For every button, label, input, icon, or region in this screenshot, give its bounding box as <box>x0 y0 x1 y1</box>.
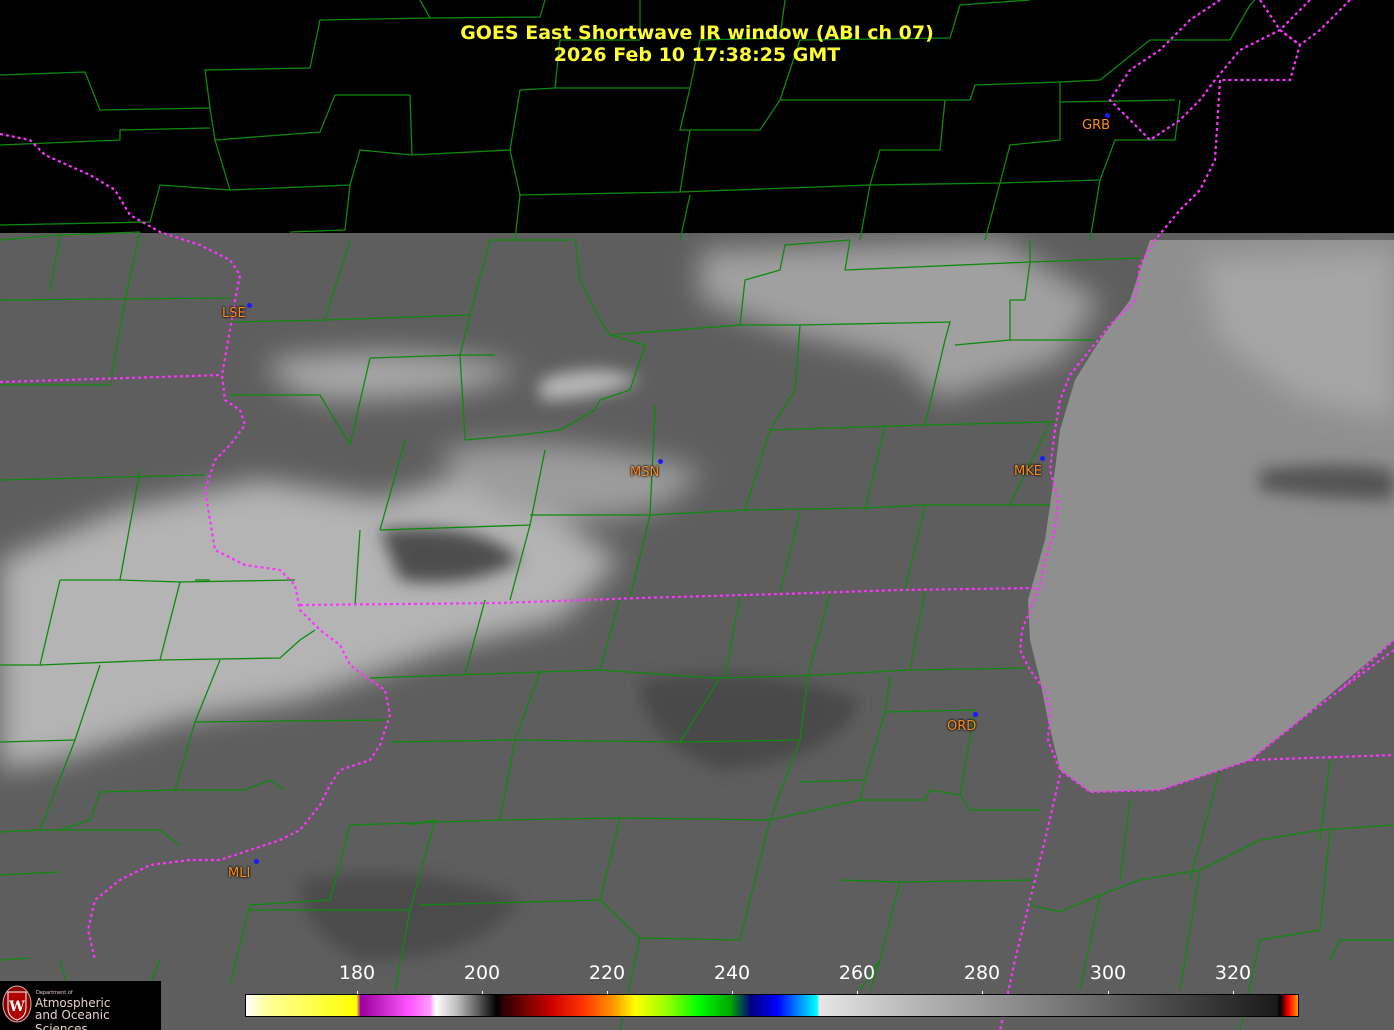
colorbar-tick-label: 320 <box>1214 962 1252 984</box>
station-label-ord: ORD <box>947 719 977 734</box>
uw-crest-icon: W <box>2 985 32 1023</box>
station-label-mke: MKE <box>1014 464 1042 479</box>
station-marker-msn <box>658 459 663 464</box>
map-timestamp: 2026 Feb 10 17:38:25 GMT <box>553 44 841 66</box>
logo-line2: and Oceanic Sciences <box>35 1008 110 1030</box>
station-label-msn: MSN <box>630 465 660 480</box>
colorbar-tick-label: 280 <box>963 962 1001 984</box>
colorbar-tick-label: 180 <box>338 962 376 984</box>
station-marker-ord <box>973 712 978 717</box>
colorbar-tick-label: 300 <box>1089 962 1127 984</box>
station-label-grb: GRB <box>1082 118 1111 133</box>
ir-imagery <box>0 233 1394 1030</box>
station-marker-lse <box>247 303 252 308</box>
station-marker-mli <box>254 859 259 864</box>
svg-text:W: W <box>8 999 25 1015</box>
station-label-mli: MLI <box>228 866 251 881</box>
colorbar-tick-label: 240 <box>713 962 751 984</box>
colorbar-tick-label: 200 <box>463 962 501 984</box>
satellite-map <box>0 0 1394 1030</box>
colorbar-tick-label: 220 <box>588 962 626 984</box>
satellite-image-viewer: GOES East Shortwave IR window (ABI ch 07… <box>0 0 1394 1030</box>
temperature-colorbar <box>245 994 1299 1017</box>
station-marker-mke <box>1040 456 1045 461</box>
map-title: GOES East Shortwave IR window (ABI ch 07… <box>460 22 934 44</box>
uw-aos-logo: W Department of Atmospheric and Oceanic … <box>0 981 161 1030</box>
colorbar-tick-label: 260 <box>838 962 876 984</box>
station-label-lse: LSE <box>222 306 246 321</box>
